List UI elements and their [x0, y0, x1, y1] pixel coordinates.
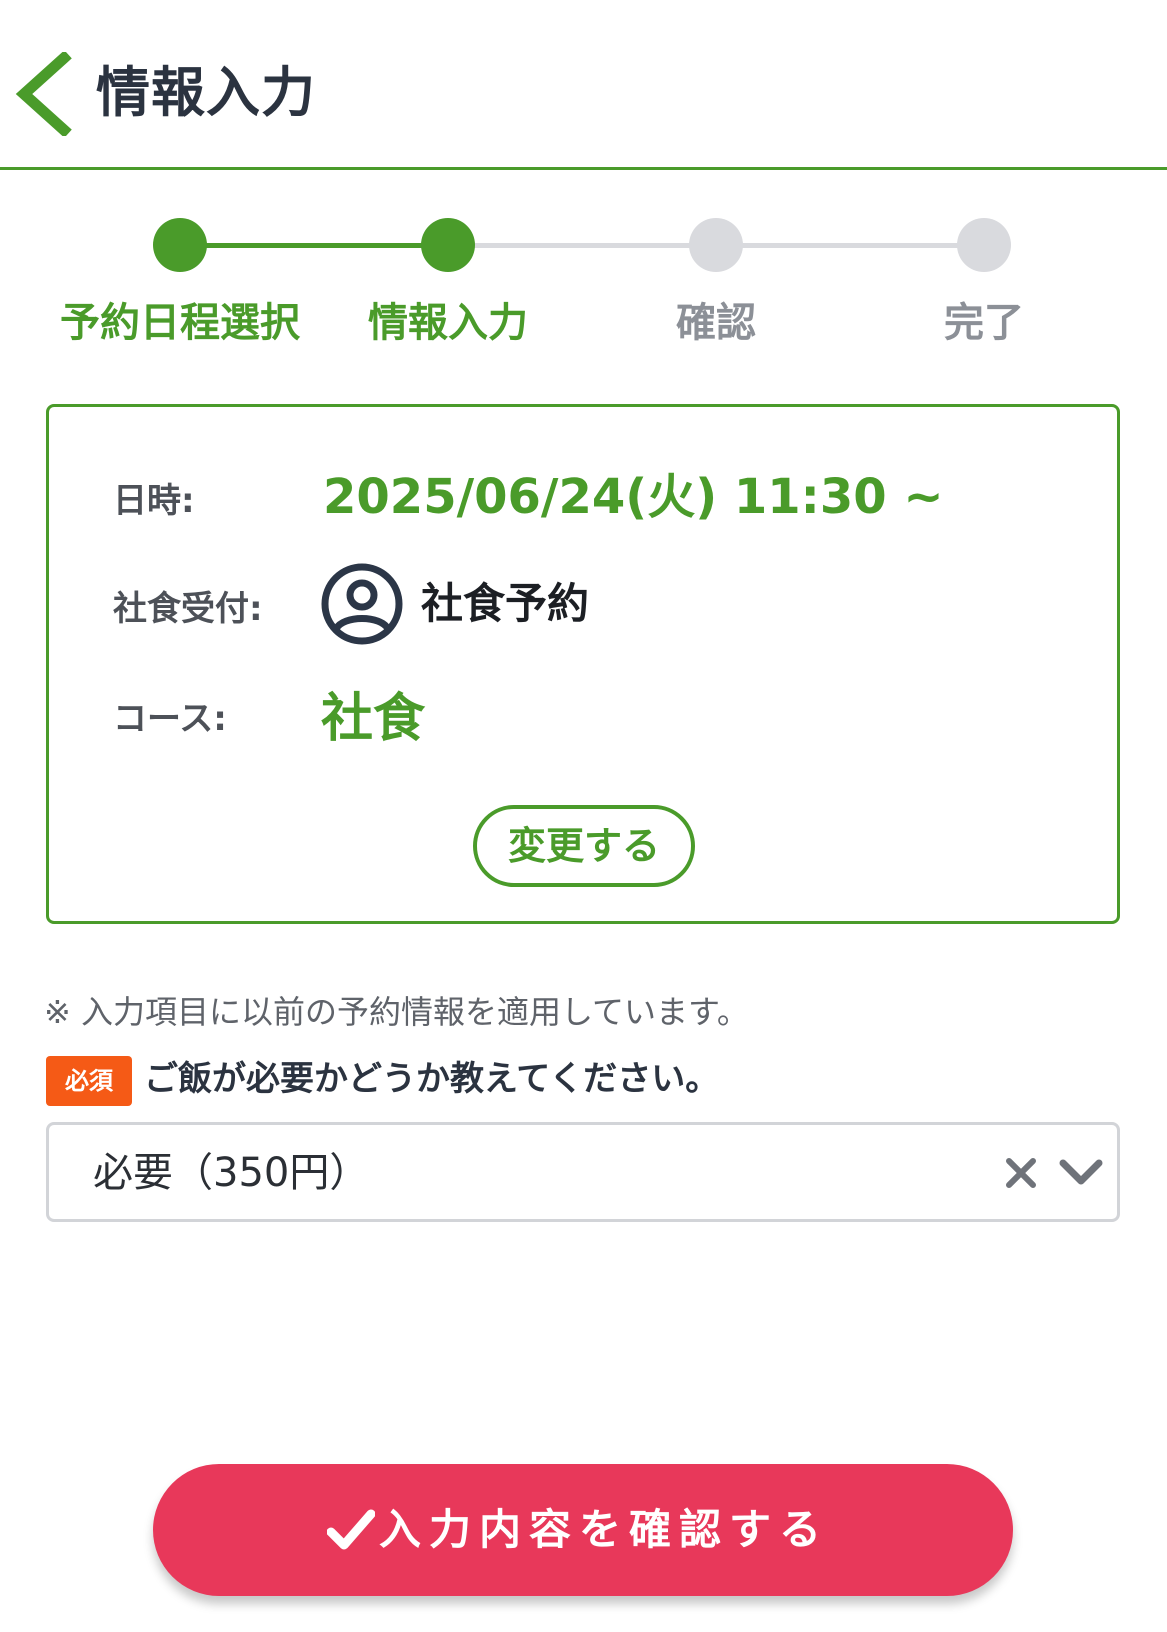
confirm-button-label: 入力内容を確認する [379, 1505, 830, 1554]
step-connector-2 [448, 243, 716, 248]
datetime-label: 日時: [113, 481, 195, 521]
step-dot-3 [689, 218, 743, 272]
header: 情報入力 [0, 0, 1167, 170]
rice-select[interactable]: 必要（350円） [46, 1122, 1120, 1222]
step-connector-3 [716, 243, 984, 248]
step-connector-1 [180, 243, 448, 248]
change-button[interactable]: 変更する [473, 805, 695, 887]
reception-value: 社食予約 [421, 579, 590, 628]
back-button[interactable] [8, 50, 78, 138]
confirm-input-button[interactable]: 入力内容を確認する [153, 1464, 1013, 1596]
chevron-down-icon[interactable] [1057, 1153, 1105, 1193]
page-title: 情報入力 [96, 61, 316, 124]
step-dot-1 [153, 218, 207, 272]
reception-label: 社食受付: [113, 589, 263, 629]
check-icon [327, 1509, 375, 1550]
step-dot-2 [421, 218, 475, 272]
user-circle-icon [321, 563, 403, 645]
course-label: コース: [113, 699, 227, 739]
step-label-complete: 完了 [944, 300, 1024, 346]
reservation-summary-card: 日時: 2025/06/24(火) 11:30 ~ 社食受付: 社食予約 コース… [46, 404, 1120, 924]
prefill-note: ※ 入力項目に以前の予約情報を適用しています。 [44, 993, 749, 1031]
clear-icon[interactable] [1001, 1153, 1041, 1193]
course-value: 社食 [321, 689, 426, 749]
step-dot-4 [957, 218, 1011, 272]
step-label-input: 情報入力 [368, 300, 528, 346]
rice-select-value: 必要（350円） [93, 1150, 370, 1196]
step-label-schedule: 予約日程選択 [60, 300, 300, 346]
datetime-value: 2025/06/24(火) 11:30 ~ [323, 469, 944, 525]
chevron-left-icon [15, 50, 72, 138]
progress-stepper: 予約日程選択 情報入力 確認 完了 [0, 170, 1167, 360]
step-label-confirm: 確認 [676, 300, 756, 346]
required-badge: 必須 [46, 1056, 132, 1106]
rice-question-label: ご飯が必要かどうか教えてください。 [144, 1059, 720, 1099]
